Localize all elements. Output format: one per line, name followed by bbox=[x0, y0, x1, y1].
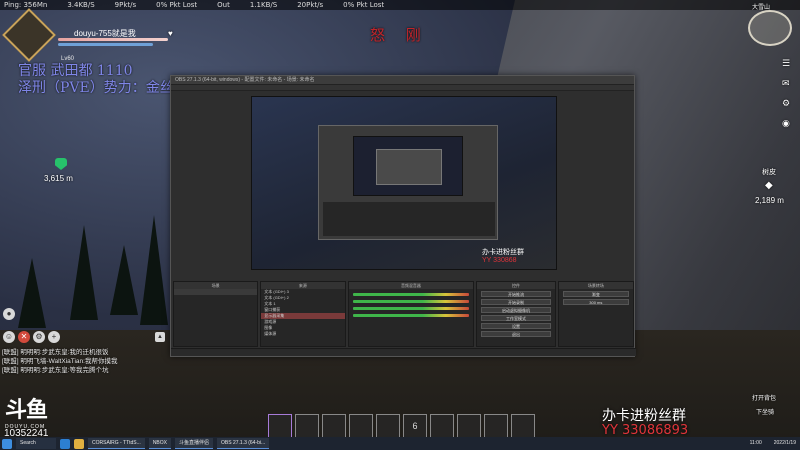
sources-panel[interactable]: 来源 文本 (GDI+) 3 文本 (GDI+) 2 文本 1 窗口捕获 显示器… bbox=[260, 281, 346, 347]
taskbar: Search CORSAIRG - TTtdS... NBOX 斗鱼直播伴侣 O… bbox=[0, 437, 800, 450]
waypoint-distance-right: 2,189 m bbox=[755, 196, 784, 205]
chat-expand-icon[interactable]: ▲ bbox=[155, 332, 165, 342]
tree bbox=[18, 258, 46, 328]
waypoint-label: 树皮 bbox=[762, 169, 776, 176]
scenes-panel[interactable]: 场景 bbox=[173, 281, 259, 347]
minimap-icon[interactable] bbox=[748, 10, 792, 46]
skill-slot[interactable]: 6 bbox=[403, 414, 427, 438]
status-item: Ping: 356Mn bbox=[4, 1, 48, 9]
studio-mode-button[interactable]: 工作室模式 bbox=[481, 315, 551, 321]
taskbar-app[interactable]: CORSAIRG - TTtdS... bbox=[88, 438, 145, 449]
open-bag-label[interactable]: 打开背包 bbox=[752, 393, 776, 402]
chat-mic-icon[interactable]: ● bbox=[3, 308, 15, 320]
promo-line-1: 办卡进粉丝群 bbox=[602, 408, 686, 424]
virtual-camera-button[interactable]: 启动虚拟摄像机 bbox=[481, 307, 551, 313]
skill-slot[interactable] bbox=[430, 414, 454, 438]
obs-status-bar bbox=[171, 348, 636, 356]
folder-icon[interactable] bbox=[74, 438, 84, 449]
source-item[interactable]: 媒体源 bbox=[261, 331, 344, 337]
obs-title-bar: OBS 27.1.3 (64-bit, windows) - 配置文件: 未命名… bbox=[171, 76, 634, 85]
status-item: Out bbox=[217, 1, 230, 9]
skill-slot[interactable] bbox=[484, 414, 508, 438]
controls-panel[interactable]: 控件 开始推流 开始录制 启动虚拟摄像机 工作室模式 设置 退出 bbox=[476, 281, 556, 347]
chat-settings-icon[interactable]: ⚙ bbox=[33, 331, 45, 343]
settings-button[interactable]: 设置 bbox=[481, 323, 551, 329]
player-hud: douyu-755就是我 Lv60 bbox=[2, 8, 176, 62]
transition-duration[interactable]: 300 ms bbox=[562, 299, 629, 305]
controls-panel-title: 控件 bbox=[477, 282, 555, 289]
player-avatar[interactable] bbox=[2, 8, 56, 62]
health-bar bbox=[58, 38, 168, 41]
skill-slot[interactable] bbox=[376, 414, 400, 438]
browser-icon[interactable] bbox=[60, 438, 70, 449]
heart-icon: ♥ bbox=[168, 29, 173, 38]
skill-slot[interactable] bbox=[349, 414, 373, 438]
sources-panel-title: 来源 bbox=[261, 282, 345, 289]
leaf-icon: ◆ bbox=[765, 180, 773, 191]
energy-bar bbox=[58, 43, 153, 46]
obs-menu-bar bbox=[171, 85, 634, 91]
status-item: 20Pkt/s bbox=[297, 1, 324, 9]
transitions-panel[interactable]: 场景转场 渐变 300 ms bbox=[557, 281, 634, 347]
tree bbox=[140, 215, 168, 325]
chat-emoji-icon[interactable]: ☺ bbox=[3, 331, 15, 343]
skill-slot[interactable] bbox=[322, 414, 346, 438]
start-streaming-button[interactable]: 开始推流 bbox=[481, 291, 551, 297]
chat-log: [联盟] 明明明:步武东皇:我的迁机很饭 [联盟] 明明飞墙-WaltXiaTi… bbox=[2, 348, 162, 375]
skill-slot[interactable] bbox=[457, 414, 481, 438]
transitions-panel-title: 场景转场 bbox=[558, 282, 633, 289]
network-status-bar: Ping: 356Mn 3.4KB/S 9Pkt/s 0% Pkt Lost O… bbox=[0, 0, 800, 10]
taskbar-search[interactable]: Search bbox=[16, 438, 56, 449]
tree bbox=[110, 245, 138, 315]
mixer-panel-title: 音频混音器 bbox=[348, 282, 474, 289]
skill-slot[interactable] bbox=[295, 414, 319, 438]
obs-dock-panels: 场景 来源 文本 (GDI+) 3 文本 (GDI+) 2 文本 1 窗口捕获 … bbox=[171, 281, 636, 347]
scenes-panel-title: 场景 bbox=[174, 282, 258, 289]
chat-message: [联盟] 明明飞墙-WaltXiaTian:我帮你摸我 bbox=[2, 358, 118, 365]
menu-icon[interactable]: ☰ bbox=[782, 58, 790, 69]
chat-message: [联盟] 明明明:步武东皇:我的迁机很饭 bbox=[2, 349, 109, 356]
skill-slot[interactable] bbox=[511, 414, 535, 438]
waypoint-distance: 3,615 m bbox=[44, 174, 73, 183]
map-icon[interactable]: ◉ bbox=[782, 118, 790, 129]
obs-window[interactable]: OBS 27.1.3 (64-bit, windows) - 配置文件: 未命名… bbox=[170, 75, 636, 357]
obs-preview-canvas[interactable]: 办卡进粉丝群 YY 330868 bbox=[251, 96, 557, 270]
transition-select[interactable]: 渐变 bbox=[562, 291, 629, 297]
tree bbox=[70, 225, 98, 320]
mail-icon[interactable]: ✉ bbox=[782, 78, 790, 89]
taskbar-app[interactable]: OBS 27.1.3 (64-bi... bbox=[217, 438, 270, 449]
dismount-label[interactable]: 下坐骑 bbox=[756, 407, 774, 416]
skill-slot[interactable] bbox=[268, 414, 292, 438]
douyu-brand: 斗鱼 bbox=[5, 398, 48, 423]
audio-mixer-panel[interactable]: 音频混音器 bbox=[347, 281, 475, 347]
preview-promo-number: YY 330868 bbox=[482, 257, 517, 264]
red-title: 怒 刚 bbox=[370, 26, 429, 44]
preview-promo-text: 办卡进粉丝群 bbox=[482, 249, 524, 256]
start-recording-button[interactable]: 开始录制 bbox=[481, 299, 551, 305]
status-item: 3.4KB/S bbox=[67, 1, 95, 9]
taskbar-app[interactable]: 斗鱼直播伴侣 bbox=[174, 438, 213, 449]
audio-meter[interactable] bbox=[352, 314, 470, 317]
exit-button[interactable]: 退出 bbox=[481, 331, 551, 337]
taskbar-date[interactable]: 2022/1/19 bbox=[770, 438, 800, 449]
skill-bar: 6 bbox=[268, 414, 535, 438]
promo-line-2: YY 33086893 bbox=[602, 423, 689, 438]
chat-add-icon[interactable]: + bbox=[48, 331, 60, 343]
audio-meter[interactable] bbox=[352, 300, 470, 303]
status-item: 0% Pkt Lost bbox=[343, 1, 385, 9]
taskbar-clock[interactable]: 11:00 bbox=[746, 438, 766, 449]
audio-meter[interactable] bbox=[352, 307, 470, 310]
status-item: 9Pkt/s bbox=[114, 1, 137, 9]
chat-message: [联盟] 明明明:步武东皇:等我完腾个坑 bbox=[2, 367, 109, 374]
status-item: 0% Pkt Lost bbox=[156, 1, 198, 9]
status-item: 1.1KB/S bbox=[249, 1, 278, 9]
scene-item[interactable] bbox=[174, 289, 258, 295]
settings-icon[interactable]: ⚙ bbox=[782, 98, 790, 109]
taskbar-app[interactable]: NBOX bbox=[148, 438, 171, 449]
chat-close-icon[interactable]: ✕ bbox=[18, 331, 30, 343]
windows-start-icon[interactable] bbox=[2, 438, 12, 449]
nested-obs-window bbox=[318, 125, 498, 240]
audio-meter[interactable] bbox=[352, 293, 470, 296]
douyu-logo: 斗鱼 DOUYU.COM bbox=[5, 392, 57, 430]
